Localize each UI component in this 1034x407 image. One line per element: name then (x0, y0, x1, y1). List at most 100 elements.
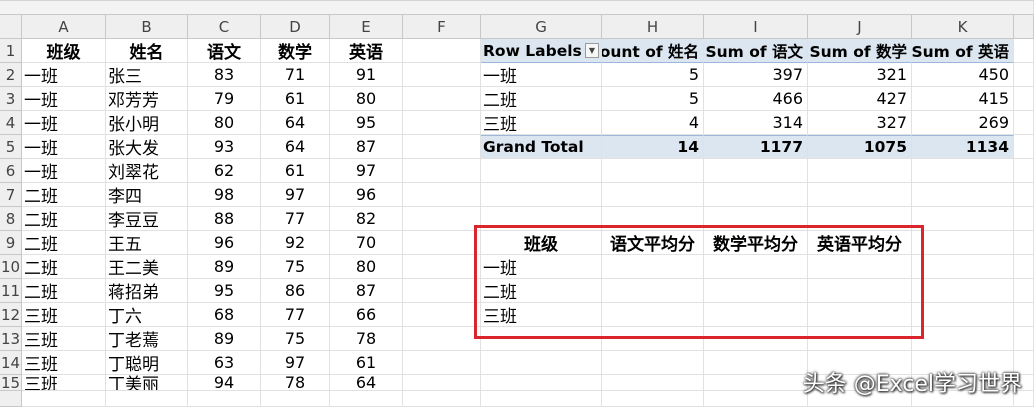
cell[interactable] (1014, 87, 1034, 111)
cell[interactable] (1014, 135, 1034, 159)
cell[interactable] (808, 183, 912, 207)
source-cell-math[interactable]: 64 (261, 135, 330, 159)
row-header[interactable]: 10 (0, 255, 22, 279)
source-cell-math[interactable]: 86 (261, 279, 330, 303)
summary-header-english-avg[interactable]: 英语平均分 (808, 231, 912, 255)
source-cell-class[interactable]: 一班 (22, 111, 106, 135)
cell[interactable] (912, 255, 1014, 279)
source-cell-english[interactable]: 95 (330, 111, 403, 135)
pivot-row-label[interactable]: 一班 (481, 63, 602, 87)
column-header-e[interactable]: E (330, 15, 403, 39)
summary-header-math-avg[interactable]: 数学平均分 (704, 231, 808, 255)
source-cell-math[interactable]: 75 (261, 327, 330, 351)
pivot-grand-total-count[interactable]: 14 (602, 135, 704, 159)
pivot-grand-total-chinese[interactable]: 1177 (704, 135, 808, 159)
cell[interactable] (1014, 303, 1034, 327)
cell[interactable] (1014, 39, 1034, 63)
source-cell-english[interactable]: 91 (330, 63, 403, 87)
source-cell-english[interactable]: 61 (330, 351, 403, 375)
cell[interactable] (912, 183, 1014, 207)
pivot-sum-chinese[interactable]: 466 (704, 87, 808, 111)
row-header[interactable]: 3 (0, 87, 22, 111)
summary-cell[interactable] (602, 303, 704, 327)
source-cell-chinese[interactable]: 88 (188, 207, 261, 231)
cell[interactable] (912, 231, 1014, 255)
source-cell-class[interactable]: 二班 (22, 231, 106, 255)
cell[interactable] (912, 303, 1014, 327)
pivot-sum-chinese[interactable]: 314 (704, 111, 808, 135)
row-header[interactable]: 4 (0, 111, 22, 135)
cell[interactable] (1014, 159, 1034, 183)
row-header[interactable]: 14 (0, 351, 22, 375)
source-header-math[interactable]: 数学 (261, 39, 330, 63)
cell[interactable] (602, 207, 704, 231)
pivot-sum-chinese[interactable]: 397 (704, 63, 808, 87)
cell[interactable] (1014, 279, 1034, 303)
source-cell-english[interactable]: 66 (330, 303, 403, 327)
cell[interactable] (1014, 327, 1034, 351)
cell[interactable] (481, 183, 602, 207)
cell[interactable] (481, 159, 602, 183)
source-cell-chinese[interactable]: 80 (188, 111, 261, 135)
column-header-a[interactable]: A (22, 15, 106, 39)
source-cell-class[interactable]: 二班 (22, 207, 106, 231)
pivot-sum-english[interactable]: 450 (912, 63, 1014, 87)
source-cell-name[interactable]: 丁聪明 (106, 351, 188, 375)
source-cell-chinese[interactable]: 98 (188, 183, 261, 207)
cell[interactable] (403, 183, 481, 207)
source-cell-english[interactable]: 97 (330, 159, 403, 183)
cell[interactable] (704, 183, 808, 207)
source-cell-chinese[interactable]: 79 (188, 87, 261, 111)
cell[interactable] (602, 159, 704, 183)
row-header[interactable]: 12 (0, 303, 22, 327)
cell[interactable] (403, 351, 481, 375)
cell[interactable] (481, 207, 602, 231)
source-cell-name[interactable]: 张小明 (106, 111, 188, 135)
source-cell-class[interactable]: 三班 (22, 327, 106, 351)
source-header-class[interactable]: 班级 (22, 39, 106, 63)
source-cell-name[interactable]: 丁美丽 (106, 375, 188, 391)
source-cell-english[interactable]: 78 (330, 327, 403, 351)
source-cell-chinese[interactable]: 94 (188, 375, 261, 391)
summary-cell[interactable] (808, 255, 912, 279)
source-cell-english[interactable]: 87 (330, 279, 403, 303)
row-header[interactable]: 11 (0, 279, 22, 303)
cell[interactable] (403, 87, 481, 111)
source-cell-chinese[interactable]: 96 (188, 231, 261, 255)
cell[interactable] (403, 279, 481, 303)
cell[interactable] (602, 183, 704, 207)
source-cell-math[interactable]: 97 (261, 183, 330, 207)
source-cell-name[interactable]: 李四 (106, 183, 188, 207)
pivot-sum-math[interactable]: 327 (808, 111, 912, 135)
source-cell-name[interactable]: 李豆豆 (106, 207, 188, 231)
summary-row-label[interactable]: 二班 (481, 279, 602, 303)
source-cell-english[interactable]: 82 (330, 207, 403, 231)
source-header-chinese[interactable]: 语文 (188, 39, 261, 63)
pivot-grand-total-label[interactable]: Grand Total (481, 135, 602, 159)
cell[interactable] (602, 327, 704, 351)
summary-cell[interactable] (808, 303, 912, 327)
summary-header-chinese-avg[interactable]: 语文平均分 (602, 231, 704, 255)
cell[interactable] (1014, 231, 1034, 255)
cell[interactable] (912, 207, 1014, 231)
cell[interactable] (403, 327, 481, 351)
source-cell-math[interactable]: 78 (261, 375, 330, 391)
source-cell-class[interactable]: 一班 (22, 159, 106, 183)
source-cell-name[interactable]: 张大发 (106, 135, 188, 159)
source-cell-chinese[interactable]: 68 (188, 303, 261, 327)
summary-cell[interactable] (704, 303, 808, 327)
pivot-grand-total-english[interactable]: 1134 (912, 135, 1014, 159)
column-header-j[interactable]: J (808, 15, 912, 39)
source-cell-name[interactable]: 邓芳芳 (106, 87, 188, 111)
pivot-sum-english[interactable]: 269 (912, 111, 1014, 135)
source-cell-class[interactable]: 二班 (22, 255, 106, 279)
summary-row-label[interactable]: 一班 (481, 255, 602, 279)
cell[interactable] (403, 255, 481, 279)
source-cell-math[interactable]: 61 (261, 159, 330, 183)
source-cell-math[interactable]: 71 (261, 63, 330, 87)
cell[interactable] (912, 159, 1014, 183)
source-cell-english[interactable]: 80 (330, 87, 403, 111)
select-all-corner[interactable] (0, 15, 22, 39)
source-cell-class[interactable]: 三班 (22, 375, 106, 391)
cell[interactable] (912, 279, 1014, 303)
